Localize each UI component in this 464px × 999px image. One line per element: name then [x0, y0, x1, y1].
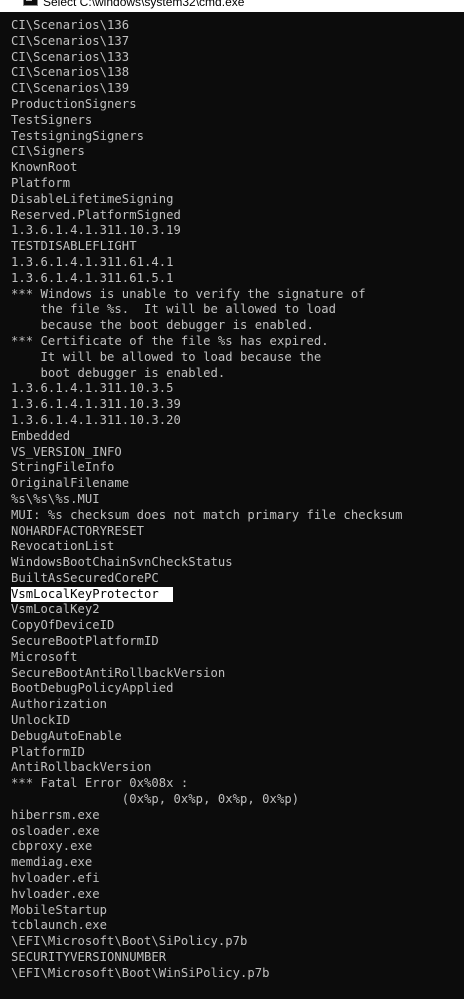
console-line: osloader.exe: [11, 823, 100, 838]
console-line: UnlockID: [11, 713, 71, 728]
console-line: *** Fatal Error 0x%08x :: [11, 776, 189, 791]
console-line: hiberrsm.exe: [11, 807, 100, 822]
console-line: ProductionSigners: [11, 96, 137, 111]
console-line: MobileStartup: [11, 902, 108, 917]
console-line: Authorization: [11, 697, 108, 712]
console-line: 1.3.6.1.4.1.311.10.3.19: [11, 223, 181, 238]
console-line: \EFI\Microsoft\Boot\SiPolicy.p7b: [11, 934, 248, 949]
console-line: cbproxy.exe: [11, 839, 93, 854]
console-line: (0x%p, 0x%p, 0x%p, 0x%p): [11, 792, 300, 807]
console-line: AntiRollbackVersion: [11, 760, 152, 775]
console-line: NOHARDFACTORYRESET: [11, 523, 144, 538]
console-line: CopyOfDeviceID: [11, 618, 115, 633]
console-line: Microsoft: [11, 649, 78, 664]
console-line: VsmLocalKey2: [11, 602, 100, 617]
console-line: the file %s. It will be allowed to load: [11, 302, 337, 317]
console-line: 1.3.6.1.4.1.311.10.3.20: [11, 412, 181, 427]
console-line: TestsigningSigners: [11, 128, 144, 143]
console-line: Embedded: [11, 428, 71, 443]
console-line: 1.3.6.1.4.1.311.61.4.1: [11, 254, 174, 269]
console-bottom-edge: [0, 993, 464, 999]
console-line: 1.3.6.1.4.1.311.10.3.39: [11, 397, 181, 412]
console-line: hvloader.efi: [11, 871, 100, 886]
console-line: \EFI\Microsoft\Boot\WinSiPolicy.p7b: [11, 965, 270, 980]
console-line: VS_VERSION_INFO: [11, 444, 122, 459]
window-title: Select C:\windows\system32\cmd.exe: [43, 0, 245, 9]
console-line: 1.3.6.1.4.1.311.61.5.1: [11, 270, 174, 285]
console-line: WindowsBootChainSvnCheckStatus: [11, 555, 233, 570]
console-line: StringFileInfo: [11, 460, 115, 475]
console-line: tcblaunch.exe: [11, 918, 108, 933]
console-line: MUI: %s checksum does not match primary …: [11, 507, 403, 522]
console-line: Platform: [11, 175, 71, 190]
console-line: SecureBootAntiRollbackVersion: [11, 665, 226, 680]
console-line: boot debugger is enabled.: [11, 365, 226, 380]
console-line: BootDebugPolicyApplied: [11, 681, 174, 696]
console-line: DebugAutoEnable: [11, 728, 122, 743]
console-line: OriginalFilename: [11, 476, 130, 491]
console-line: because the boot debugger is enabled.: [11, 318, 314, 333]
console-line: CI\Scenarios\133: [11, 49, 130, 64]
console-line: 1.3.6.1.4.1.311.10.3.5: [11, 381, 174, 396]
console-line: RevocationList: [11, 539, 115, 554]
console-left-edge: [0, 12, 9, 999]
console-line-selected: VsmLocalKeyProtector: [11, 586, 464, 603]
console-line: It will be allowed to load because the: [11, 349, 322, 364]
console-line: Reserved.PlatformSigned: [11, 207, 181, 222]
console-line: DisableLifetimeSigning: [11, 191, 174, 206]
console-line: CI\Scenarios\139: [11, 81, 130, 96]
console-line: SECURITYVERSIONNUMBER: [11, 950, 167, 965]
console-line: TESTDISABLEFLIGHT: [11, 239, 137, 254]
console-line: memdiag.exe: [11, 855, 93, 870]
console-line: *** Certificate of the file %s has expir…: [11, 333, 329, 348]
console-line: CI\Scenarios\137: [11, 33, 130, 48]
console-output[interactable]: CI\Scenarios\136 CI\Scenarios\137 CI\Scena…: [0, 12, 464, 999]
console-line: PlatformID: [11, 744, 85, 759]
console-line: BuiltAsSecuredCorePC: [11, 570, 159, 585]
console-line: *** Windows is unable to verify the sign…: [11, 286, 366, 301]
console-lines: CI\Scenarios\136 CI\Scenarios\137 CI\Scena…: [11, 18, 464, 982]
console-line: CI\Scenarios\136: [11, 18, 130, 32]
title-bar[interactable]: Select C:\windows\system32\cmd.exe: [0, 0, 464, 12]
console-line: %s\%s\%s.MUI: [11, 491, 100, 506]
cmd-icon: [23, 0, 38, 6]
console-line: SecureBootPlatformID: [11, 634, 159, 649]
console-line: hvloader.exe: [11, 886, 100, 901]
console-line: KnownRoot: [11, 160, 78, 175]
console-line: TestSigners: [11, 112, 93, 127]
console-line: CI\Scenarios\138: [11, 65, 130, 80]
console-line: CI\Signers: [11, 144, 85, 159]
selection-highlight: VsmLocalKeyProtector: [11, 586, 173, 603]
